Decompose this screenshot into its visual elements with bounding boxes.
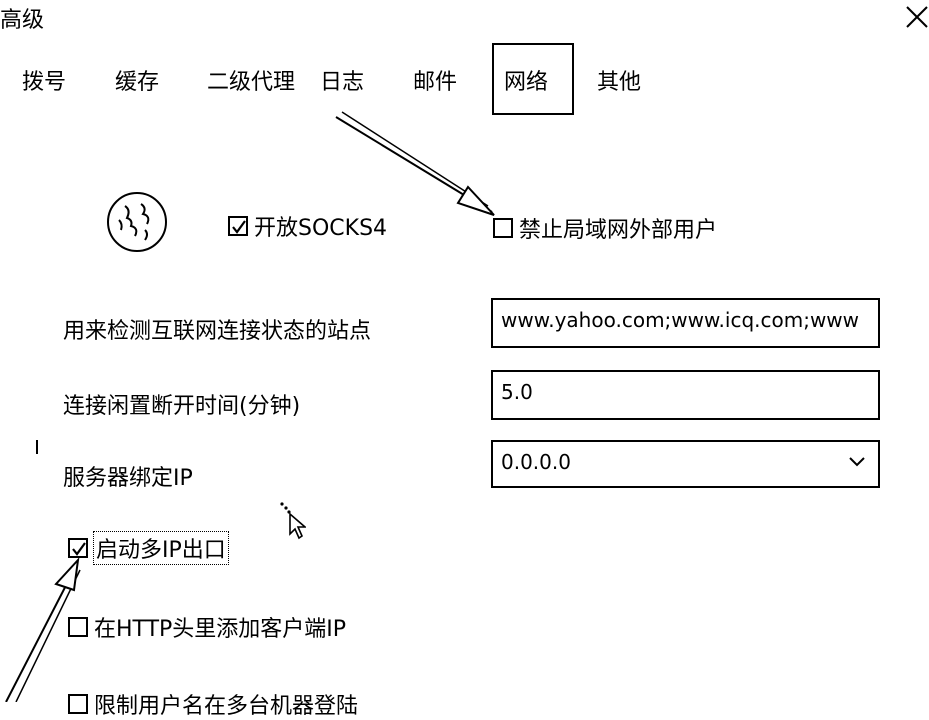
tab-dial[interactable]: 拨号 (22, 68, 66, 98)
block-lan-external-checkbox[interactable] (493, 218, 513, 238)
socks4-label: 开放SOCKS4 (254, 216, 388, 241)
tab-other[interactable]: 其他 (597, 68, 641, 98)
annotation-arrows (5, 111, 495, 702)
limit-user-login-checkbox[interactable] (68, 694, 88, 714)
socks4-checkbox[interactable] (228, 216, 248, 236)
network-globe-icon (107, 192, 167, 252)
idle-timeout-label: 连接闲置断开时间(分钟) (63, 394, 301, 419)
http-client-ip-option[interactable]: 在HTTP头里添加客户端IP (68, 611, 346, 643)
check-sites-input[interactable] (493, 300, 878, 346)
window-title: 高级 (0, 8, 45, 33)
tab-log[interactable]: 日志 (320, 68, 364, 98)
bind-ip-value: 0.0.0.0 (501, 450, 571, 474)
limit-user-login-label: 限制用户名在多台机器登陆 (94, 694, 359, 719)
close-icon[interactable] (904, 4, 929, 30)
chevron-down-icon (849, 457, 865, 467)
tab-cache[interactable]: 缓存 (115, 68, 159, 98)
multi-ip-label: 启动多IP出口 (93, 531, 229, 565)
tab-secondary-proxy[interactable]: 二级代理 (207, 68, 295, 98)
limit-user-login-option[interactable]: 限制用户名在多台机器登陆 (68, 688, 358, 720)
multi-ip-option[interactable]: 启动多IP出口 (68, 531, 229, 565)
check-sites-label: 用来检测互联网连接状态的站点 (63, 319, 372, 344)
http-client-ip-checkbox[interactable] (68, 617, 88, 637)
idle-timeout-field[interactable] (491, 370, 880, 420)
checkmark-icon (232, 220, 246, 234)
busy-cursor-icon (280, 502, 306, 540)
check-sites-field[interactable] (491, 298, 880, 348)
tab-network[interactable]: 网络 (492, 43, 574, 115)
advanced-dialog: 高级 拨号 缓存 二级代理 日志 邮件 网络 其他 开放SOCKS4 禁止局域网… (0, 0, 929, 719)
tab-network-label: 网络 (504, 70, 549, 95)
annotation-arrow-network-tab (335, 111, 495, 216)
multi-ip-checkbox[interactable] (68, 538, 88, 558)
tab-mail[interactable]: 邮件 (413, 68, 457, 98)
http-client-ip-label: 在HTTP头里添加客户端IP (94, 617, 347, 642)
socks4-option[interactable]: 开放SOCKS4 (228, 210, 387, 242)
divider-mark (36, 440, 38, 454)
block-lan-external-label: 禁止局域网外部用户 (519, 218, 718, 243)
idle-timeout-input[interactable] (493, 372, 878, 418)
block-lan-external-option[interactable]: 禁止局域网外部用户 (493, 212, 717, 244)
checkmark-icon (72, 542, 86, 556)
bind-ip-select[interactable]: 0.0.0.0 (491, 440, 880, 488)
bind-ip-label: 服务器绑定IP (63, 466, 193, 491)
